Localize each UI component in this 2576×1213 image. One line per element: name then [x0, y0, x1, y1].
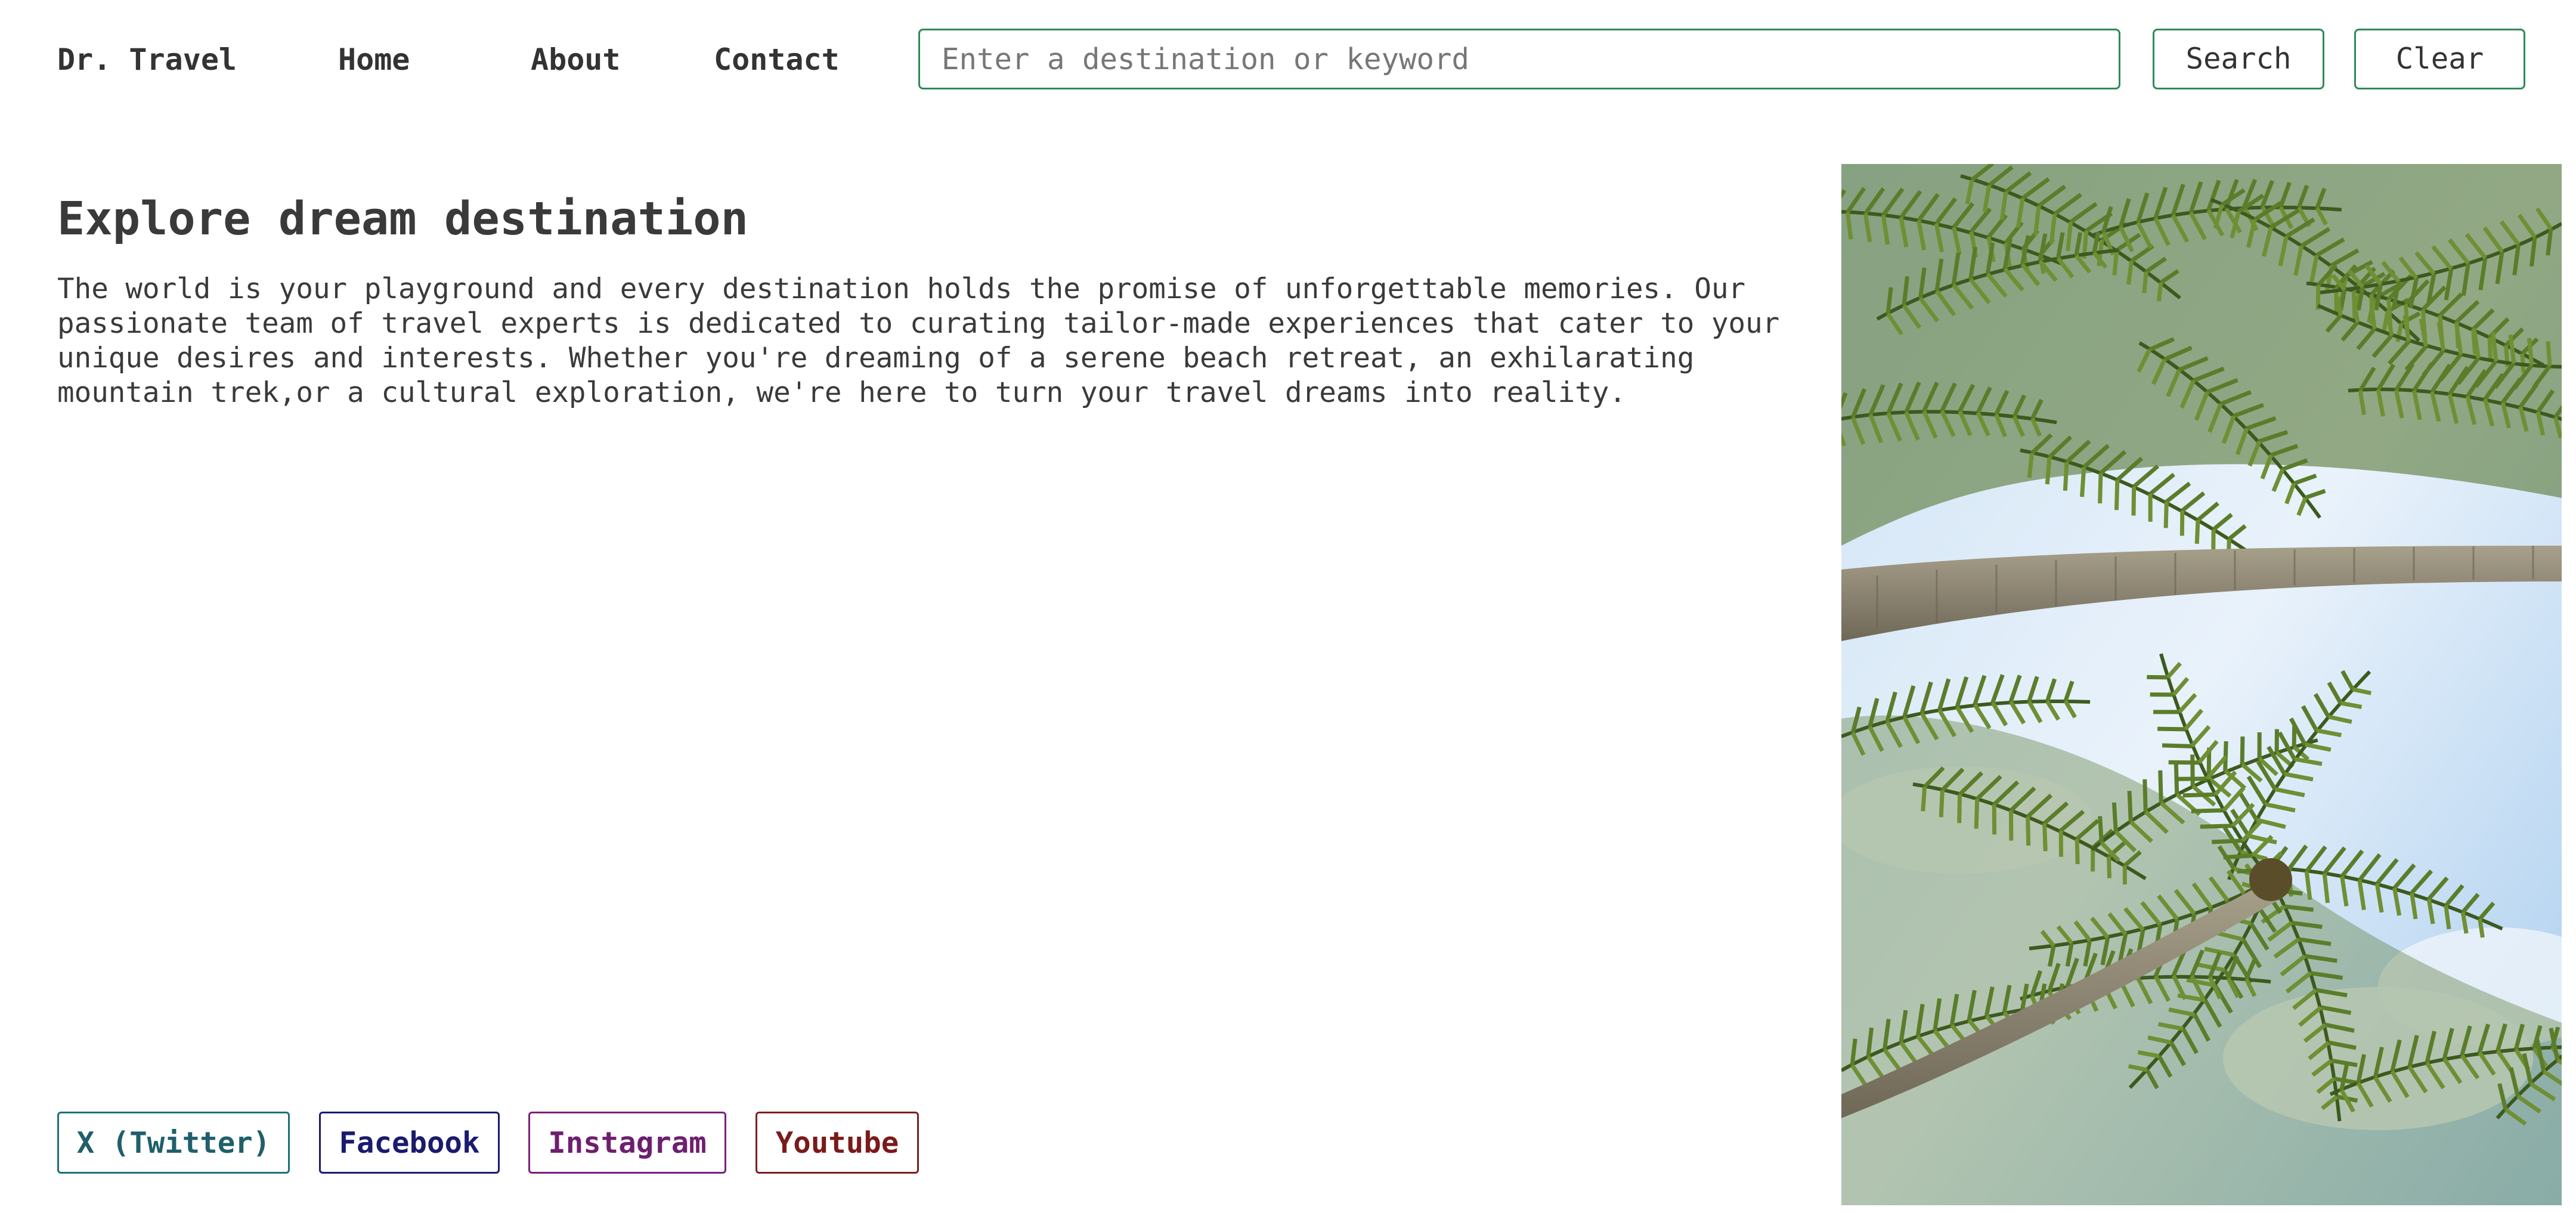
page-title: Explore dream destination [57, 193, 748, 246]
instagram-button[interactable]: Instagram [528, 1112, 726, 1174]
nav-link-contact[interactable]: Contact [714, 42, 840, 78]
nav-link-home[interactable]: Home [338, 42, 410, 78]
clear-button[interactable]: Clear [2354, 29, 2525, 89]
intro-paragraph: The world is your playground and every d… [57, 273, 1780, 409]
hero-image-palm-trees [1841, 164, 2562, 1205]
twitter-button[interactable]: X (Twitter) [57, 1112, 290, 1174]
facebook-button[interactable]: Facebook [319, 1112, 500, 1174]
search-input[interactable] [918, 29, 2120, 89]
top-navigation-bar: Dr. Travel Home About Contact Search Cle… [0, 0, 2576, 119]
palm-trees-illustration [1841, 164, 2562, 1205]
nav-link-about[interactable]: About [531, 42, 621, 78]
search-button[interactable]: Search [2153, 29, 2324, 89]
brand-logo-link[interactable]: Dr. Travel [57, 42, 237, 78]
page: Dr. Travel Home About Contact Search Cle… [0, 0, 2576, 1213]
youtube-button[interactable]: Youtube [756, 1112, 919, 1174]
